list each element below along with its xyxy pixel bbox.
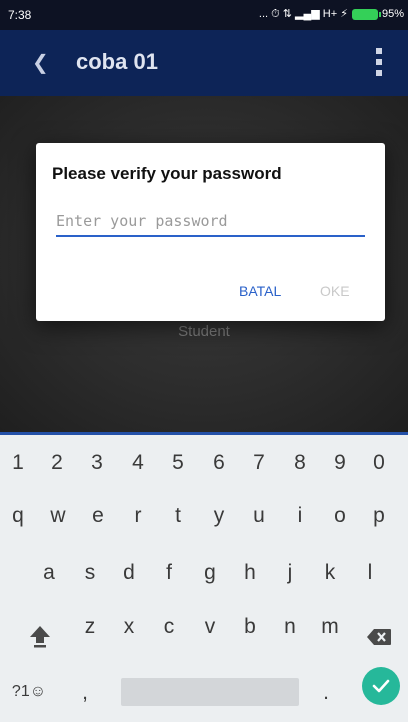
ok-button[interactable]: OKE (320, 283, 350, 299)
status-bar: 7:38 ... ⏱ ⇅ ▂▄▆ H+ ⚡ 95% (0, 0, 408, 30)
key-8[interactable]: 8 (282, 451, 318, 475)
key-i[interactable]: i (282, 504, 318, 528)
dialog-title: Please verify your password (52, 164, 282, 183)
key-q[interactable]: q (0, 504, 36, 528)
key-g[interactable]: g (192, 561, 228, 585)
signal-icons: ... ⏱ ⇅ ▂▄▆ H+ ⚡ (258, 8, 348, 20)
key-v[interactable]: v (192, 615, 228, 639)
backspace-icon[interactable] (366, 628, 392, 646)
key-x[interactable]: x (111, 615, 147, 639)
key-d[interactable]: d (111, 561, 147, 585)
symbols-key[interactable]: ?1☺ (6, 683, 52, 701)
overflow-menu-icon[interactable] (376, 48, 382, 76)
comma-key[interactable]: , (73, 681, 97, 705)
page-title: coba 01 (76, 49, 158, 74)
key-s[interactable]: s (72, 561, 108, 585)
key-j[interactable]: j (272, 561, 308, 585)
role-label: Student (178, 323, 230, 340)
key-4[interactable]: 4 (120, 451, 156, 475)
key-5[interactable]: 5 (160, 451, 196, 475)
key-l[interactable]: l (352, 561, 388, 585)
key-k[interactable]: k (312, 561, 348, 585)
soft-keyboard: 1 2 3 4 5 6 7 8 9 0 q w e r t y u i o p … (0, 432, 408, 722)
enter-key[interactable] (362, 667, 400, 705)
checkmark-icon (372, 679, 390, 693)
space-bar[interactable] (121, 678, 299, 706)
battery-percent: 95% (381, 8, 404, 20)
key-o[interactable]: o (322, 504, 358, 528)
password-dialog: Please verify your password BATAL OKE (36, 143, 385, 321)
key-e[interactable]: e (80, 504, 116, 528)
key-7[interactable]: 7 (241, 451, 277, 475)
key-r[interactable]: r (120, 504, 156, 528)
battery-icon (351, 8, 381, 20)
key-b[interactable]: b (232, 615, 268, 639)
shift-icon[interactable] (29, 625, 51, 649)
key-c[interactable]: c (151, 615, 187, 639)
status-time: 7:38 (8, 8, 32, 22)
key-2[interactable]: 2 (39, 451, 75, 475)
key-w[interactable]: w (40, 504, 76, 528)
key-9[interactable]: 9 (322, 451, 358, 475)
app-bar: ❮ coba 01 (0, 30, 408, 96)
key-h[interactable]: h (232, 561, 268, 585)
status-indicators: ... ⏱ ⇅ ▂▄▆ H+ ⚡ 95% (259, 7, 404, 21)
key-1[interactable]: 1 (0, 451, 36, 475)
key-6[interactable]: 6 (201, 451, 237, 475)
key-u[interactable]: u (241, 504, 277, 528)
key-3[interactable]: 3 (79, 451, 115, 475)
key-0[interactable]: 0 (361, 451, 397, 475)
key-y[interactable]: y (201, 504, 237, 528)
key-m[interactable]: m (312, 615, 348, 639)
key-n[interactable]: n (272, 615, 308, 639)
password-input[interactable] (56, 207, 365, 237)
key-p[interactable]: p (361, 504, 397, 528)
period-key[interactable]: . (314, 681, 338, 705)
back-chevron-icon[interactable]: ❮ (32, 50, 49, 75)
key-z[interactable]: z (72, 615, 108, 639)
key-f[interactable]: f (151, 561, 187, 585)
key-a[interactable]: a (31, 561, 67, 585)
key-t[interactable]: t (160, 504, 196, 528)
cancel-button[interactable]: BATAL (239, 283, 281, 299)
